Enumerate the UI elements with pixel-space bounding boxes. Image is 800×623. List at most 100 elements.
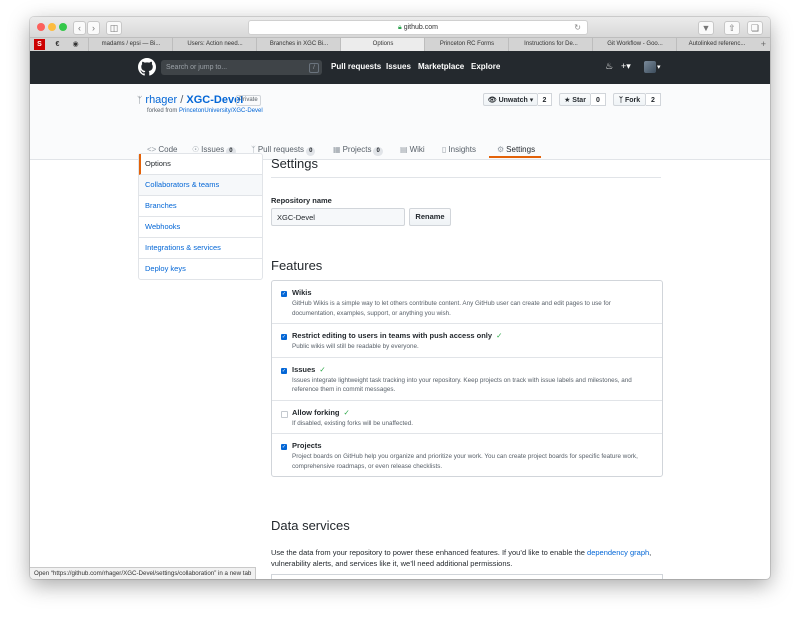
bell-icon[interactable]: ♨	[605, 61, 613, 72]
reload-icon[interactable]: ↻	[574, 21, 581, 34]
caret-down-icon[interactable]: ▾	[657, 63, 661, 71]
data-services-text: Use the data from your repository to pow…	[271, 547, 663, 569]
tab-5[interactable]: Instructions for De...	[508, 38, 593, 51]
tab-7[interactable]: Autolinked referenc...	[676, 38, 757, 51]
star-count[interactable]: 0	[591, 93, 606, 106]
eye-icon: 👁︎	[487, 97, 497, 104]
settings-menu: Options Collaborators & teams Branches W…	[138, 153, 263, 280]
sidebar-icon: ◫	[109, 23, 119, 33]
menu-item-options[interactable]: Options	[139, 154, 262, 175]
feature-title: Projects	[292, 441, 322, 450]
downloads-button[interactable]: ▼	[698, 21, 714, 35]
tabs-icon: ❏	[750, 23, 760, 33]
tab-2[interactable]: Branches in XGC Bi...	[256, 38, 341, 51]
repo-owner-link[interactable]: rhager	[145, 94, 177, 106]
tab-insights[interactable]: ▯ Insights	[442, 145, 476, 154]
fork-button[interactable]: ᛉ Fork	[613, 93, 646, 106]
chevron-left-icon: ‹	[78, 23, 81, 33]
menu-item-collaborators[interactable]: Collaborators & teams	[139, 175, 262, 196]
tab-3-active[interactable]: Options	[340, 38, 425, 51]
browser-window: ‹ › ◫ 🔒︎ github.com ↻ ▼ ⇧ ❏ S € ◉ madams …	[30, 17, 770, 579]
feature-title: Restrict editing to users in teams with …	[292, 331, 493, 340]
nav-explore[interactable]: Explore	[471, 62, 500, 71]
features-heading: Features	[271, 258, 323, 273]
feature-restrict-editing: ✓ Restrict editing to users in teams wit…	[272, 324, 662, 358]
forked-from-prefix: forked from	[147, 108, 178, 114]
new-tab-icon[interactable]: +	[761, 38, 766, 51]
tab-6[interactable]: Git Workflow - Goo...	[592, 38, 677, 51]
status-bar: Open “https://github.com/rhager/XGC-Deve…	[30, 567, 257, 579]
tab-projects[interactable]: ▦ Projects 0	[333, 145, 383, 156]
minimize-window-button[interactable]	[48, 23, 56, 31]
tab-settings-label: Settings	[506, 145, 536, 154]
feature-desc: If disabled, existing forks will be unaf…	[292, 419, 413, 427]
feature-desc: Issues integrate lightweight task tracki…	[292, 376, 632, 394]
dependency-graph-link[interactable]: dependency graph	[587, 548, 649, 557]
tab-4[interactable]: Princeton RC Forms	[424, 38, 509, 51]
repo-name-input[interactable]	[271, 208, 405, 226]
nav-issues[interactable]: Issues	[386, 62, 411, 71]
nav-marketplace[interactable]: Marketplace	[418, 62, 464, 71]
feature-desc: Public wikis will still be readable by e…	[292, 343, 419, 350]
feature-desc: GitHub Wikis is a simple way to let othe…	[292, 300, 611, 317]
tab-insights-label: Insights	[448, 145, 476, 154]
address-bar[interactable]: 🔒︎ github.com ↻	[248, 20, 588, 35]
feature-projects: ✓ Projects Project boards on GitHub help…	[272, 434, 662, 476]
feature-title-row: Issues ✓	[292, 364, 654, 376]
nav-pull-requests[interactable]: Pull requests	[331, 62, 381, 71]
star-button[interactable]: ★ Star	[559, 93, 591, 106]
pinned-tab-github-icon[interactable]: ◉	[70, 39, 81, 50]
issues-checkbox[interactable]: ✓	[281, 367, 287, 374]
menu-item-branches[interactable]: Branches	[139, 196, 262, 217]
rename-button[interactable]: Rename	[409, 208, 451, 226]
avatar[interactable]	[644, 61, 656, 73]
title-bar: ‹ › ◫ 🔒︎ github.com ↻ ▼ ⇧ ❏	[30, 17, 770, 37]
github-search-input[interactable]: Search or jump to... /	[161, 60, 322, 75]
repo-name-link[interactable]: XGC-Devel	[186, 94, 243, 106]
private-badge: Private	[236, 95, 261, 106]
share-button[interactable]: ⇧	[724, 21, 740, 35]
repo-header: ᛉ rhager / XGC-Devel Private forked from …	[30, 84, 770, 160]
data-services-box	[271, 574, 663, 579]
pinned-tab-s-icon[interactable]: S	[34, 39, 45, 50]
repo-title: ᛉ rhager / XGC-Devel	[137, 94, 243, 106]
tab-0[interactable]: madams / epsi — Bi...	[88, 38, 173, 51]
menu-item-webhooks[interactable]: Webhooks	[139, 217, 262, 238]
pinned-tab-e-icon[interactable]: €	[52, 39, 63, 50]
tab-overview-button[interactable]: ❏	[747, 21, 763, 35]
lock-icon: 🔒︎	[398, 24, 402, 31]
back-button[interactable]: ‹	[73, 21, 86, 35]
menu-item-integrations[interactable]: Integrations & services	[139, 238, 262, 259]
projects-checkbox[interactable]: ✓	[281, 444, 287, 450]
chevron-right-icon: ›	[92, 23, 95, 33]
plus-dropdown-icon[interactable]: +▾	[621, 61, 631, 72]
tab-wiki[interactable]: ▤ Wiki	[400, 145, 425, 154]
forward-button[interactable]: ›	[87, 21, 100, 35]
star-icon: ★	[564, 97, 571, 104]
restrict-editing-checkbox[interactable]: ✓	[281, 334, 287, 340]
fork-count[interactable]: 2	[646, 93, 661, 106]
search-shortcut-key: /	[309, 63, 319, 73]
menu-item-deploy-keys[interactable]: Deploy keys	[139, 259, 262, 279]
github-logo-icon[interactable]	[138, 58, 156, 76]
forked-from-link[interactable]: PrincetonUniversity/XGC-Devel	[179, 108, 263, 114]
feature-allow-forking: Allow forking ✓ If disabled, existing for…	[272, 401, 662, 434]
share-icon: ⇧	[728, 23, 736, 33]
repo-forked-icon: ᛉ	[137, 95, 143, 105]
tab-settings[interactable]: ⚙ Settings	[497, 145, 535, 154]
feature-title-row: Allow forking ✓	[292, 407, 654, 419]
wikis-checkbox[interactable]: ✓	[281, 291, 287, 297]
tab-1[interactable]: Users: Action need...	[172, 38, 257, 51]
watch-count[interactable]: 2	[538, 93, 552, 106]
unwatch-button[interactable]: 👁︎ Unwatch ▾	[483, 93, 538, 106]
close-window-button[interactable]	[37, 23, 45, 31]
allow-forking-checkbox[interactable]	[281, 410, 288, 418]
sidebar-toggle-button[interactable]: ◫	[106, 21, 122, 35]
zoom-window-button[interactable]	[59, 23, 67, 31]
feature-desc: Project boards on GitHub help you organi…	[292, 453, 638, 470]
data-services-heading: Data services	[271, 518, 350, 533]
pulls-count: 0	[306, 147, 316, 156]
features-box: ✓ Wikis GitHub Wikis is a simple way to …	[271, 280, 663, 477]
feature-title-row: Restrict editing to users in teams with …	[292, 330, 654, 342]
projects-count: 0	[373, 147, 383, 156]
